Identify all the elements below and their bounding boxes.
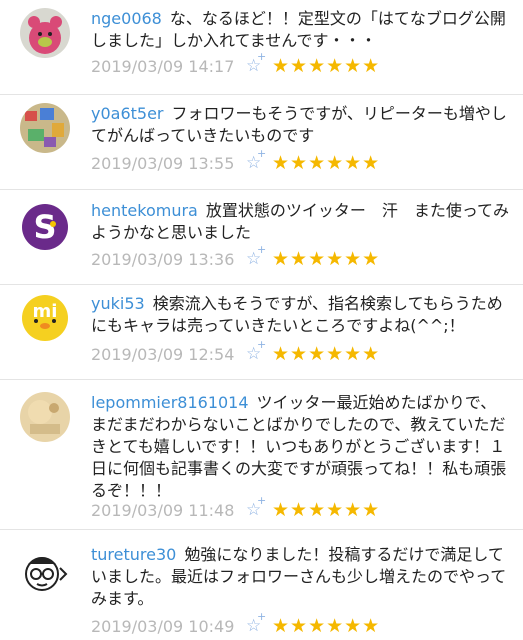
timestamp: 2019/03/09 12:54 (91, 344, 235, 364)
username-link[interactable]: hentekomura (91, 201, 198, 220)
add-star-icon[interactable]: ☆ + (246, 610, 270, 636)
yellow-chick-avatar[interactable]: mi (20, 293, 70, 343)
comment-meta: 2019/03/09 13:36 ☆ + ★★★★★★ (91, 243, 381, 271)
add-star-icon[interactable]: ☆ + (246, 147, 270, 173)
comment-text: nge0068 な、なるほど！！定型文の「はてなブログ公開しました」しか入れてませ… (91, 8, 511, 52)
add-star-icon[interactable]: ☆ + (246, 338, 270, 364)
comment-text: hentekomura 放置状態のツイッター 汗 また使ってみようかなと思いました (91, 200, 511, 244)
comment-item: mi yuki53 検索流入もそうですが、指名検索してもらうためにもキャラは売って… (0, 285, 523, 380)
username-link[interactable]: y0a6t5er (91, 104, 164, 123)
star-rating: ★★★★★★ (272, 248, 381, 270)
comment-text: tureture30 勉強になりました！投稿するだけで満足していました。最近はフォ… (91, 544, 511, 610)
glasses-face-avatar[interactable] (20, 548, 70, 598)
comment-meta: 2019/03/09 11:48 ☆ + ★★★★★★ (91, 494, 381, 522)
comment-item: S hentekomura 放置状態のツイッター 汗 また使ってみようかなと思いま… (0, 190, 523, 285)
comment-text: lepommier8161014 ツイッター最近始めたばかりで、まだまだわからない… (91, 392, 511, 502)
comment-feed: nge0068 な、なるほど！！定型文の「はてなブログ公開しました」しか入れてませ… (0, 0, 523, 640)
svg-text:mi: mi (33, 301, 58, 322)
username-link[interactable]: lepommier8161014 (91, 393, 249, 412)
comment-body: 検索流入もそうですが、指名検索してもらうためにもキャラは売っていきたいところです… (91, 294, 503, 335)
pink-bear-avatar[interactable] (20, 8, 70, 58)
comment-item: tureture30 勉強になりました！投稿するだけで満足していました。最近はフォ… (0, 530, 523, 640)
comment-meta: 2019/03/09 14:17 ☆ + ★★★★★★ (91, 50, 381, 78)
comment-item: lepommier8161014 ツイッター最近始めたばかりで、まだまだわからない… (0, 380, 523, 530)
timestamp: 2019/03/09 11:48 (91, 500, 235, 520)
comment-meta: 2019/03/09 12:54 ☆ + ★★★★★★ (91, 338, 381, 366)
add-star-icon[interactable]: ☆ + (246, 243, 270, 269)
svg-text:S: S (33, 208, 56, 246)
add-star-icon[interactable]: ☆ + (246, 50, 270, 76)
comment-item: y0a6t5er フォロワーもそうですが、リピーターも増やしてがんばっていきたいも… (0, 95, 523, 190)
username-link[interactable]: nge0068 (91, 9, 162, 28)
purple-s-logo-avatar[interactable]: S (20, 202, 70, 252)
beige-photo-avatar[interactable] (20, 392, 70, 442)
star-rating: ★★★★★★ (272, 152, 381, 174)
star-rating: ★★★★★★ (272, 615, 381, 637)
comment-meta: 2019/03/09 10:49 ☆ + ★★★★★★ (91, 610, 381, 638)
username-link[interactable]: yuki53 (91, 294, 145, 313)
colorful-pattern-avatar[interactable] (20, 103, 70, 153)
username-link[interactable]: tureture30 (91, 545, 176, 564)
star-rating: ★★★★★★ (272, 499, 381, 521)
comment-text: y0a6t5er フォロワーもそうですが、リピーターも増やしてがんばっていきたいも… (91, 103, 511, 147)
add-star-icon[interactable]: ☆ + (246, 494, 270, 520)
star-rating: ★★★★★★ (272, 55, 381, 77)
timestamp: 2019/03/09 13:36 (91, 249, 235, 269)
timestamp: 2019/03/09 14:17 (91, 56, 235, 76)
comment-meta: 2019/03/09 13:55 ☆ + ★★★★★★ (91, 147, 381, 175)
timestamp: 2019/03/09 13:55 (91, 153, 235, 173)
comment-item: nge0068 な、なるほど！！定型文の「はてなブログ公開しました」しか入れてませ… (0, 0, 523, 95)
timestamp: 2019/03/09 10:49 (91, 616, 235, 636)
comment-text: yuki53 検索流入もそうですが、指名検索してもらうためにもキャラは売っていきた… (91, 293, 511, 337)
star-rating: ★★★★★★ (272, 343, 381, 365)
